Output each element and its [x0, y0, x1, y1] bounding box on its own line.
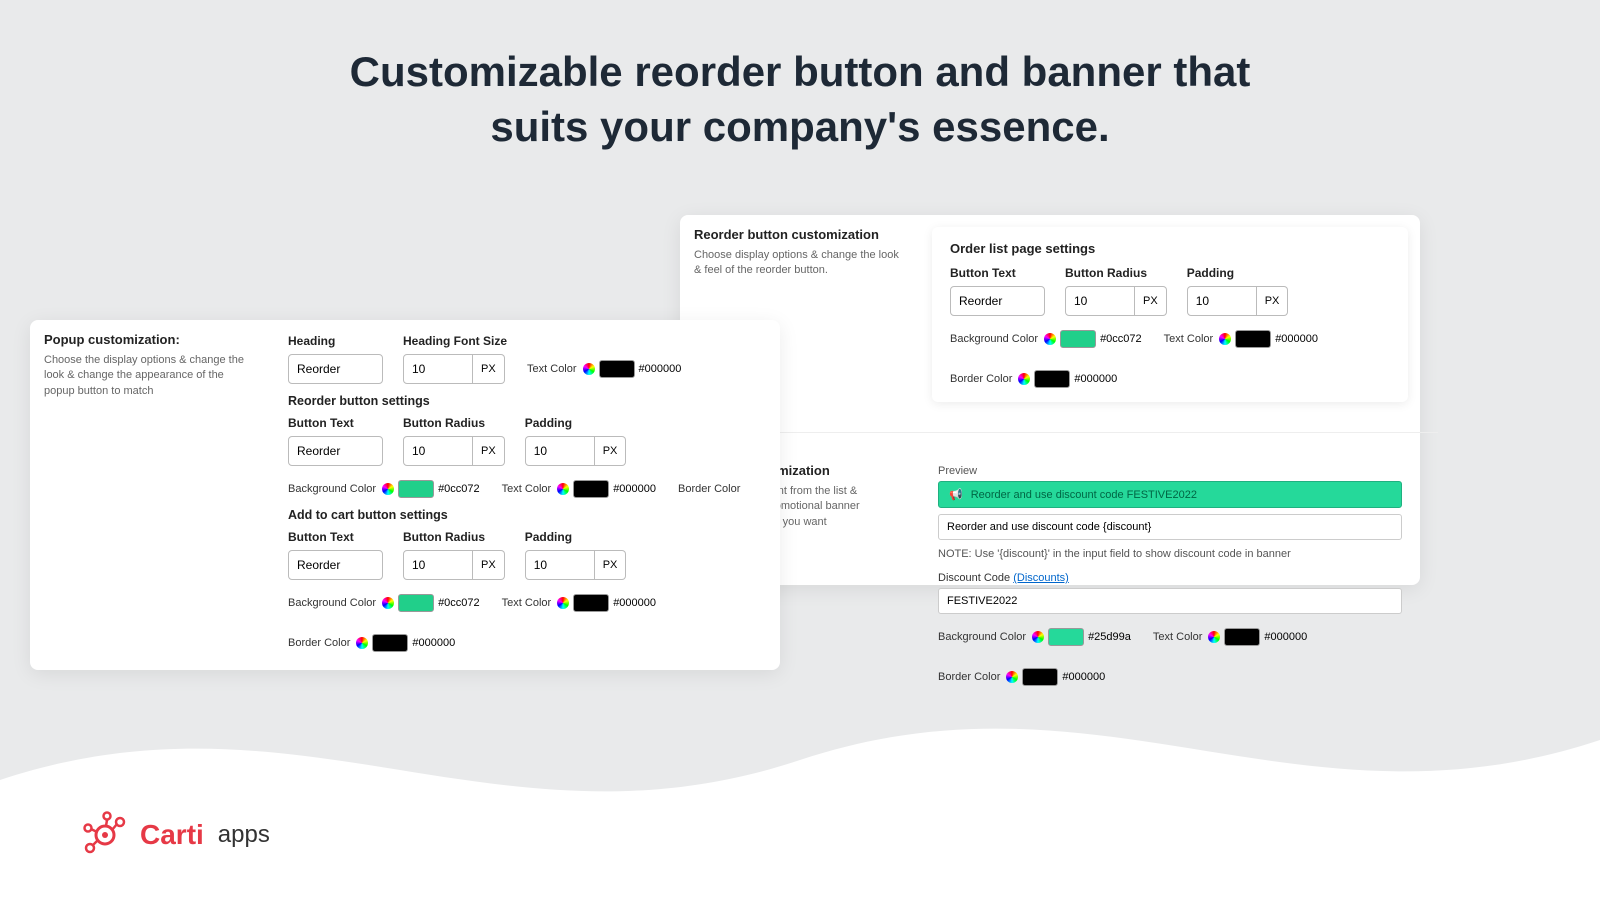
reorder-padding-input[interactable] [525, 436, 595, 466]
px-unit: PX [1135, 286, 1167, 316]
popup-panel: Popup customization: Choose the display … [30, 320, 780, 670]
text-swatch [599, 360, 635, 378]
banner-note: NOTE: Use '{discount}' in the input fiel… [938, 548, 1402, 560]
color-wheel-icon [382, 483, 394, 495]
discounts-link[interactable]: (Discounts) [1013, 572, 1069, 584]
border-color-picker[interactable]: Border Color#000000 [950, 370, 1117, 388]
brand-logo: Carti apps [80, 810, 270, 860]
button-text-input[interactable] [950, 286, 1045, 316]
reorder-custom-desc: Choose display options & change the look… [694, 248, 906, 279]
px-unit: PX [595, 436, 627, 466]
cart-padding-input[interactable] [525, 550, 595, 580]
color-wheel-icon [1219, 333, 1231, 345]
button-text-label: Button Text [288, 530, 383, 544]
color-wheel-icon [1044, 333, 1056, 345]
reorder-text-color-picker[interactable]: Text Color#000000 [502, 480, 656, 498]
popup-title: Popup customization: [44, 332, 256, 347]
px-unit: PX [473, 436, 505, 466]
bg-color-picker[interactable]: Background Color#0cc072 [950, 330, 1142, 348]
banner-text-input[interactable] [938, 514, 1402, 540]
button-radius-input[interactable] [1065, 286, 1135, 316]
cart-border-color-picker[interactable]: Border Color#000000 [288, 634, 455, 652]
button-radius-label: Button Radius [403, 530, 505, 544]
border-swatch [1034, 370, 1070, 388]
cart-bg-color-picker[interactable]: Background Color#0cc072 [288, 594, 480, 612]
order-list-title: Order list page settings [950, 241, 1390, 256]
color-wheel-icon [583, 363, 595, 375]
color-wheel-icon [1208, 631, 1220, 643]
banner-text-color-picker[interactable]: Text Color#000000 [1153, 628, 1307, 646]
button-radius-label: Button Radius [1065, 266, 1167, 280]
text-swatch [1235, 330, 1271, 348]
reorder-button-radius-input[interactable] [403, 436, 473, 466]
hero-line2: suits your company's essence. [490, 103, 1109, 150]
wave-decoration [0, 660, 1600, 900]
px-unit: PX [473, 354, 505, 384]
bg-swatch [398, 480, 434, 498]
heading-input[interactable] [288, 354, 383, 384]
brand-name: Carti [140, 819, 204, 851]
color-wheel-icon [356, 637, 368, 649]
px-unit: PX [595, 550, 627, 580]
order-list-card: Order list page settings Button Text But… [932, 227, 1408, 402]
reorder-custom-title: Reorder button customization [694, 227, 906, 242]
heading-label: Heading [288, 334, 383, 348]
color-wheel-icon [382, 597, 394, 609]
text-swatch [573, 480, 609, 498]
text-color-picker[interactable]: Text Color#000000 [1164, 330, 1318, 348]
discount-code-input[interactable] [938, 588, 1402, 614]
cart-button-radius-input[interactable] [403, 550, 473, 580]
brand-suffix: apps [218, 821, 270, 849]
button-radius-label: Button Radius [403, 416, 505, 430]
padding-label: Padding [525, 416, 627, 430]
color-wheel-icon [1018, 373, 1030, 385]
bg-swatch [1060, 330, 1096, 348]
button-text-label: Button Text [288, 416, 383, 430]
cart-text-color-picker[interactable]: Text Color#000000 [502, 594, 656, 612]
button-text-label: Button Text [950, 266, 1045, 280]
hero-title: Customizable reorder button and banner t… [0, 0, 1600, 154]
popup-desc: Choose the display options & change the … [44, 353, 256, 399]
reorder-button-text-input[interactable] [288, 436, 383, 466]
order-banner-panel: Reorder button customization Choose disp… [680, 215, 1420, 585]
cart-settings-title: Add to cart button settings [288, 508, 762, 522]
banner-bg-color-picker[interactable]: Background Color#25d99a [938, 628, 1131, 646]
border-swatch [372, 634, 408, 652]
color-wheel-icon [557, 597, 569, 609]
reorder-bg-color-picker[interactable]: Background Color#0cc072 [288, 480, 480, 498]
preview-label: Preview [938, 465, 1402, 477]
heading-text-color-picker[interactable]: Text Color#000000 [527, 360, 681, 378]
logo-icon [80, 810, 130, 860]
color-wheel-icon [1032, 631, 1044, 643]
text-swatch [1224, 628, 1260, 646]
padding-label: Padding [1187, 266, 1289, 280]
px-unit: PX [1257, 286, 1289, 316]
hero-line1: Customizable reorder button and banner t… [350, 48, 1251, 95]
color-wheel-icon [557, 483, 569, 495]
bg-swatch [1048, 628, 1084, 646]
reorder-settings-title: Reorder button settings [288, 394, 762, 408]
padding-input[interactable] [1187, 286, 1257, 316]
cart-button-text-input[interactable] [288, 550, 383, 580]
padding-label: Padding [525, 530, 627, 544]
bg-swatch [398, 594, 434, 612]
px-unit: PX [473, 550, 505, 580]
megaphone-icon: 📢 [949, 488, 963, 501]
reorder-border-color-picker[interactable]: Border Color [678, 483, 742, 495]
text-swatch [573, 594, 609, 612]
heading-font-input[interactable] [403, 354, 473, 384]
banner-preview: 📢Reorder and use discount code FESTIVE20… [938, 481, 1402, 508]
heading-font-label: Heading Font Size [403, 334, 507, 348]
discount-code-label: Discount Code [938, 572, 1010, 584]
